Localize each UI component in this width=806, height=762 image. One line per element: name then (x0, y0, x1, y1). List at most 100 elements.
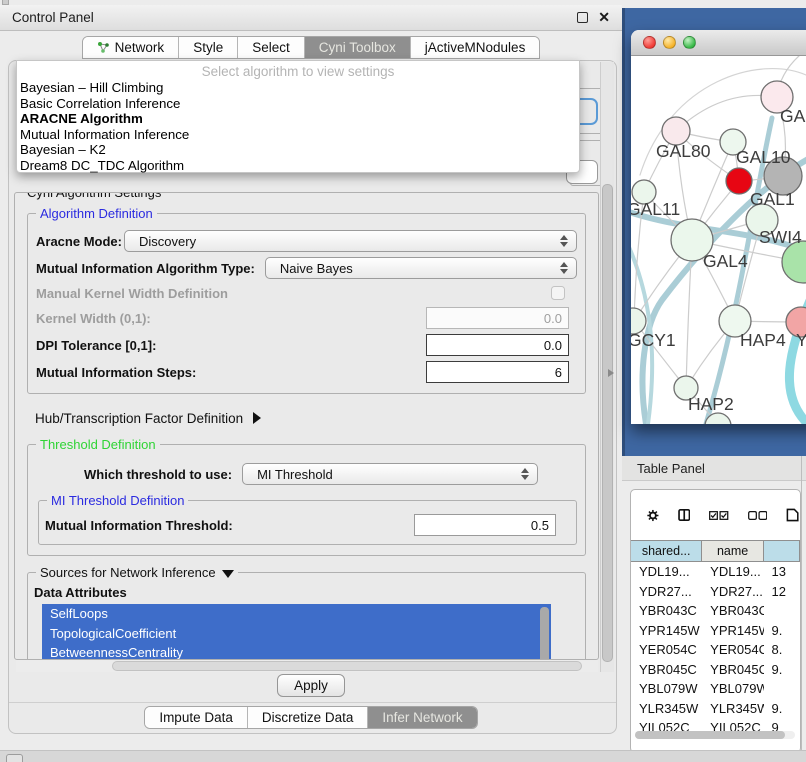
dropdown-item[interactable]: Bayesian – Hill Climbing (17, 80, 579, 96)
bottom-tab-impute-data[interactable]: Impute Data (145, 707, 248, 728)
collapse-down-icon[interactable] (222, 570, 234, 578)
minimize-window-icon[interactable] (663, 36, 676, 49)
mi-type-select[interactable]: Naive Bayes (265, 257, 577, 279)
unchecked-pair-icon[interactable] (748, 509, 767, 522)
kernel-width-field: 0.0 (426, 307, 569, 329)
close-panel-icon[interactable]: ✕ (598, 12, 610, 23)
tab-label: Network (115, 40, 165, 55)
table-cell: YDR27... (631, 582, 702, 602)
table-cell: YER054C (702, 640, 763, 660)
aracne-mode-select[interactable]: Discovery (124, 230, 577, 252)
which-threshold-label: Which threshold to use: (84, 467, 232, 482)
table-cell: 8. (764, 640, 800, 660)
mi-steps-field[interactable]: 6 (426, 361, 569, 383)
table-cell: YDR27... (702, 582, 763, 602)
dropdown-item[interactable]: Dream8 DC_TDC Algorithm (17, 158, 579, 174)
settings-vertical-scrollbar[interactable] (600, 62, 614, 672)
attribute-list-item[interactable]: BetweennessCentrality (42, 643, 551, 660)
mi-type-label: Mutual Information Algorithm Type: (36, 261, 255, 276)
network-node-label: GAL10 (736, 147, 791, 167)
bottom-left-icon[interactable] (6, 754, 23, 762)
dropdown-item[interactable]: Bayesian – K2 (17, 142, 579, 158)
bottom-statusbar (0, 750, 806, 762)
stepper-icon (556, 235, 572, 247)
mi-threshold-group: MI Threshold Definition Mutual Informati… (38, 500, 577, 545)
table-row[interactable]: YDR27...YDR27...12 (631, 582, 800, 602)
dpi-tolerance-field[interactable]: 0.0 (426, 334, 569, 356)
attribute-list-item[interactable]: SelfLoops (42, 604, 551, 624)
data-attributes-list[interactable]: SelfLoopsTopologicalCoefficientBetweenne… (42, 604, 551, 660)
attribute-list-item[interactable]: TopologicalCoefficient (42, 624, 551, 644)
column-header[interactable] (764, 541, 800, 561)
split-columns-icon[interactable] (678, 506, 690, 524)
which-threshold-value: MI Threshold (257, 467, 517, 482)
table-horizontal-scrollbar[interactable] (635, 731, 795, 739)
page-icon[interactable] (786, 505, 800, 525)
network-node-gal1[interactable] (726, 168, 752, 194)
checked-pair-icon[interactable] (709, 509, 728, 522)
network-node-label: GCY1 (631, 330, 676, 350)
sources-group: Sources for Network Inference Data Attri… (27, 572, 586, 660)
tab-style[interactable]: Style (179, 37, 238, 58)
settings-vertical-scrollbar-thumb[interactable] (602, 184, 613, 662)
expand-right-icon[interactable] (253, 412, 261, 424)
network-canvas[interactable]: GALGAL80GAL10GAL1GAL11SWI4GAL4GCY1HAP4YH… (631, 56, 806, 424)
network-node-label: GAL80 (656, 141, 711, 161)
tab-jactivemnodules[interactable]: jActiveMNodules (411, 37, 540, 58)
algorithm-dropdown[interactable]: Select algorithm to view settings Bayesi… (16, 60, 580, 173)
control-panel-title: Control Panel (12, 10, 577, 25)
network-window-titlebar (631, 30, 806, 56)
gear-icon[interactable] (647, 507, 659, 524)
which-threshold-select[interactable]: MI Threshold (242, 463, 538, 485)
algorithm-definition-group: Algorithm Definition Aracne Mode: Discov… (27, 213, 586, 394)
manual-kernel-checkbox[interactable] (551, 286, 565, 300)
table-panel-titlebar: Table Panel (622, 456, 806, 481)
list-scrollbar-thumb[interactable] (540, 607, 549, 660)
table-cell: 9. (764, 699, 800, 719)
network-node-label: GAL (780, 106, 806, 126)
mi-threshold-field[interactable]: 0.5 (414, 514, 556, 536)
settings-horizontal-scrollbar-thumb[interactable] (112, 661, 582, 671)
splitpane-collapse-icon[interactable] (608, 369, 614, 377)
table-cell: YBR045C (631, 660, 702, 680)
dropdown-item[interactable]: Basic Correlation Inference (17, 96, 579, 112)
table-panel-title: Table Panel (637, 461, 705, 476)
settings-horizontal-scrollbar[interactable] (16, 660, 598, 672)
panel-separator (9, 702, 616, 703)
table-cell: 12 (764, 582, 800, 602)
hub-definition-row[interactable]: Hub/Transcription Factor Definition (35, 406, 580, 430)
network-node-label: HAP4 (740, 330, 786, 350)
table-horizontal-scrollbar-thumb[interactable] (635, 731, 785, 739)
table-row[interactable]: YBR043CYBR043C (631, 601, 800, 621)
tab-select[interactable]: Select (238, 37, 305, 58)
bottom-tab-infer-network[interactable]: Infer Network (368, 707, 476, 728)
float-panel-icon[interactable] (577, 12, 588, 23)
tab-network[interactable]: Network (83, 37, 180, 58)
close-window-icon[interactable] (643, 36, 656, 49)
aracne-mode-value: Discovery (139, 234, 556, 249)
column-header[interactable]: shared... (631, 541, 702, 561)
table-cell: 9. (764, 621, 800, 641)
table-row[interactable]: YBL079WYBL079W (631, 679, 800, 699)
dropdown-item[interactable]: Mutual Information Inference (17, 127, 579, 143)
table-row[interactable]: YDL19...YDL19...13 (631, 562, 800, 582)
tab-cyni-toolbox[interactable]: Cyni Toolbox (305, 37, 411, 58)
apply-button[interactable]: Apply (277, 674, 345, 697)
bottom-tab-discretize-data[interactable]: Discretize Data (248, 707, 369, 728)
table-cell: 13 (764, 562, 800, 582)
column-header[interactable]: name (702, 541, 763, 561)
table-row[interactable]: YER054CYER054C8. (631, 640, 800, 660)
aracne-mode-label: Aracne Mode: (36, 234, 124, 249)
zoom-window-icon[interactable] (683, 36, 696, 49)
table-row[interactable]: YPR145WYPR145W9. (631, 621, 800, 641)
table-rows: YDL19...YDL19...13YDR27...YDR27...12YBR0… (631, 562, 800, 742)
cyni-algorithm-settings-group: Cyni Algorithm Settings Algorithm Defini… (14, 192, 599, 660)
table-row[interactable]: YBR045CYBR045C9. (631, 660, 800, 680)
sources-title: Sources for Network Inference (36, 565, 238, 580)
manual-kernel-label: Manual Kernel Width Definition (36, 286, 228, 301)
stepper-icon (517, 468, 533, 480)
dropdown-item[interactable]: ARACNE Algorithm (17, 111, 579, 127)
network-node-label: Y (796, 330, 806, 350)
bottom-tabbar: Impute DataDiscretize DataInfer Network (0, 706, 622, 729)
table-row[interactable]: YLR345WYLR345W9. (631, 699, 800, 719)
